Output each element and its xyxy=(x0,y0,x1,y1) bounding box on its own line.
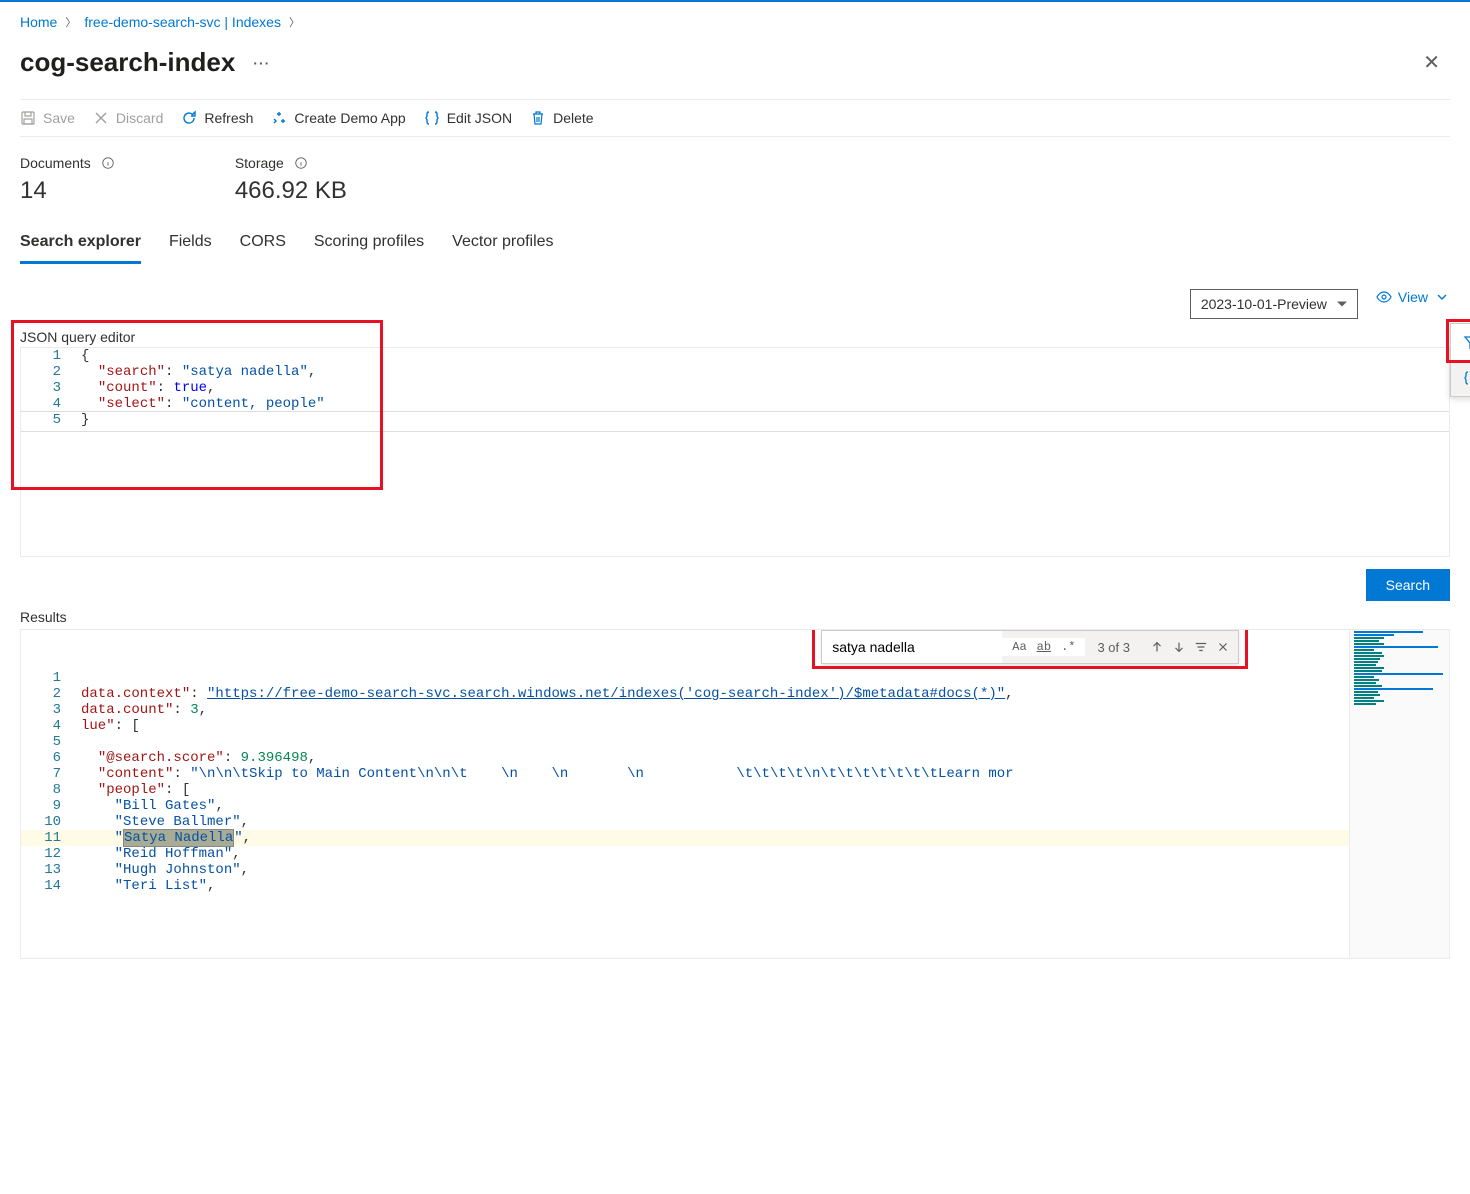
more-icon[interactable]: ··· xyxy=(249,51,274,75)
view-toggle[interactable]: View xyxy=(1376,289,1450,305)
stat-storage: Storage 466.92 KB xyxy=(235,155,347,205)
sparkle-icon xyxy=(271,110,287,126)
tab-vector[interactable]: Vector profiles xyxy=(452,229,553,264)
view-dropdown: Query view JSON view xyxy=(1450,323,1470,397)
braces-icon xyxy=(1463,370,1470,386)
api-version-select[interactable]: 2023-10-01-Preview xyxy=(1190,289,1358,319)
create-demo-button[interactable]: Create Demo App xyxy=(271,110,405,126)
breadcrumb-home[interactable]: Home xyxy=(20,14,57,30)
tab-scoring[interactable]: Scoring profiles xyxy=(314,229,424,264)
close-icon[interactable]: ✕ xyxy=(1413,46,1450,79)
refresh-icon xyxy=(181,110,197,126)
json-query-editor[interactable]: 1{ 2 "search": "satya nadella", 3 "count… xyxy=(20,347,1450,557)
close-icon xyxy=(93,110,109,126)
info-icon[interactable] xyxy=(294,156,308,170)
save-button[interactable]: Save xyxy=(20,110,75,126)
toolbar: Save Discard Refresh Create Demo App Edi… xyxy=(20,99,1450,137)
find-input[interactable] xyxy=(822,631,1002,663)
tab-cors[interactable]: CORS xyxy=(240,229,286,264)
regex-icon[interactable]: .* xyxy=(1059,638,1077,656)
arrow-down-icon[interactable] xyxy=(1172,640,1186,654)
view-option-query[interactable]: Query view xyxy=(1451,324,1470,360)
delete-button[interactable]: Delete xyxy=(530,110,593,126)
find-count: 3 of 3 xyxy=(1085,640,1142,655)
breadcrumb: Home 〉 free-demo-search-svc | Indexes 〉 xyxy=(20,2,1450,38)
editor-label: JSON query editor xyxy=(20,329,1450,345)
info-icon[interactable] xyxy=(101,156,115,170)
chevron-icon: 〉 xyxy=(289,14,300,30)
results-editor[interactable]: Aa ab .* 3 of 3 1 2data.context": "https… xyxy=(20,629,1450,959)
search-button[interactable]: Search xyxy=(1366,569,1450,601)
match-case-icon[interactable]: Aa xyxy=(1010,638,1028,656)
view-option-json[interactable]: JSON view xyxy=(1451,360,1470,396)
edit-json-button[interactable]: Edit JSON xyxy=(424,110,512,126)
find-bar: Aa ab .* 3 of 3 xyxy=(821,630,1239,664)
chevron-down-icon xyxy=(1434,289,1450,305)
stat-documents: Documents 14 xyxy=(20,155,115,205)
filter-lines-icon[interactable] xyxy=(1194,640,1208,654)
minimap[interactable] xyxy=(1349,630,1449,958)
breadcrumb-service[interactable]: free-demo-search-svc | Indexes xyxy=(84,14,281,30)
discard-button[interactable]: Discard xyxy=(93,110,163,126)
filter-icon xyxy=(1463,334,1470,350)
eye-icon xyxy=(1376,289,1392,305)
page-title: cog-search-index xyxy=(20,47,235,78)
close-icon[interactable] xyxy=(1216,640,1230,654)
braces-icon xyxy=(424,110,440,126)
tab-fields[interactable]: Fields xyxy=(169,229,212,264)
results-label: Results xyxy=(20,609,1450,625)
tab-search-explorer[interactable]: Search explorer xyxy=(20,229,141,264)
tabs: Search explorer Fields CORS Scoring prof… xyxy=(20,229,1450,265)
trash-icon xyxy=(530,110,546,126)
chevron-icon: 〉 xyxy=(65,14,76,30)
arrow-up-icon[interactable] xyxy=(1150,640,1164,654)
save-icon xyxy=(20,110,36,126)
refresh-button[interactable]: Refresh xyxy=(181,110,253,126)
whole-word-icon[interactable]: ab xyxy=(1035,638,1053,656)
